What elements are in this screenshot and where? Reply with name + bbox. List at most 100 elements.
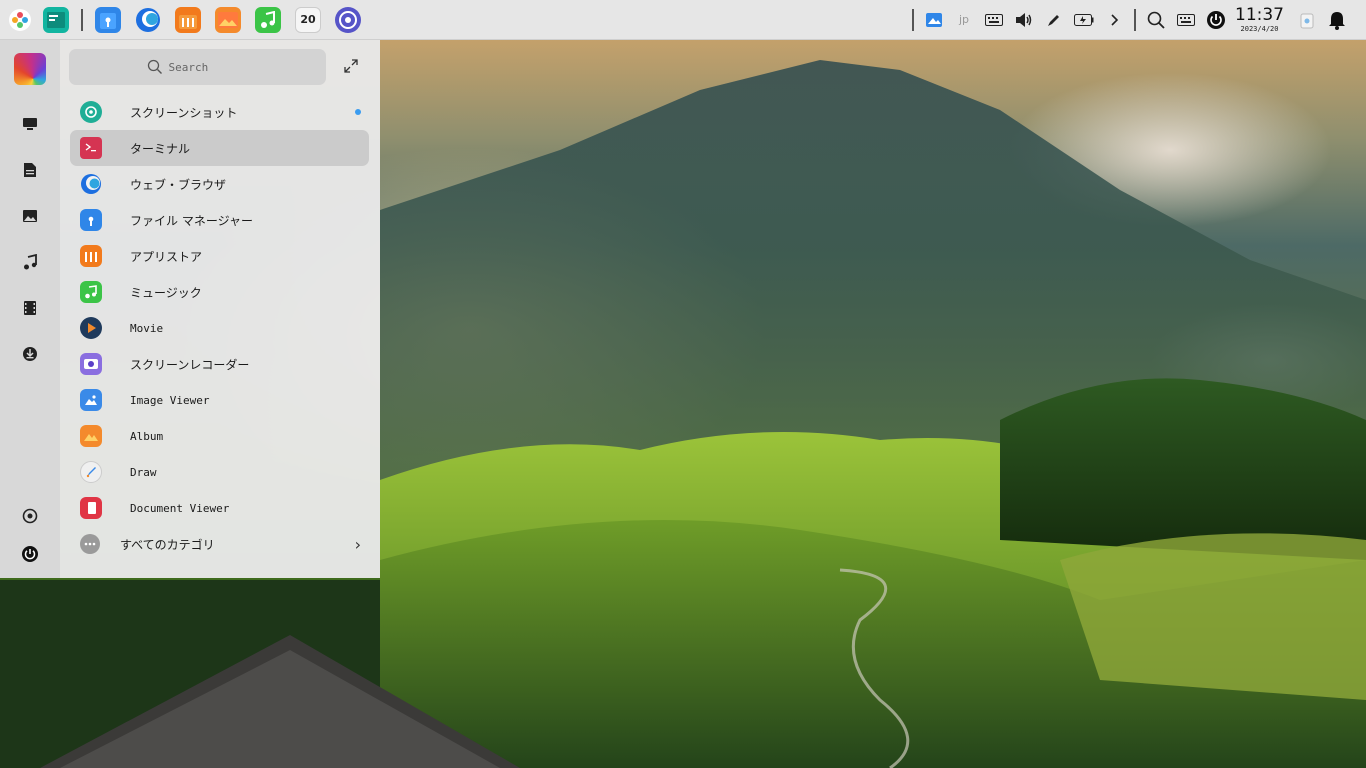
app-item-document-viewer[interactable]: Document Viewer bbox=[70, 490, 369, 526]
top-panel: 20 jp 11:37 2023/4/20 bbox=[0, 0, 1366, 40]
taskbar-app-file-manager[interactable] bbox=[95, 6, 121, 33]
tray-keyboard[interactable] bbox=[979, 5, 1009, 35]
sidebar-downloads[interactable] bbox=[18, 342, 42, 366]
app-item-file-manager[interactable]: ファイル マネージャー bbox=[70, 202, 369, 238]
launcher-button[interactable] bbox=[4, 4, 36, 36]
download-icon bbox=[23, 347, 37, 361]
sidebar-documents[interactable] bbox=[18, 158, 42, 182]
album-icon bbox=[218, 11, 238, 28]
film-icon bbox=[24, 301, 36, 315]
app-label: Image Viewer bbox=[130, 393, 210, 407]
input-method[interactable]: jp bbox=[949, 5, 979, 35]
tray-screenshot[interactable] bbox=[919, 5, 949, 35]
settings-icon bbox=[339, 10, 357, 29]
power-icon bbox=[22, 546, 38, 562]
search-box[interactable] bbox=[69, 49, 326, 85]
launcher-icon bbox=[9, 8, 31, 31]
search-input[interactable] bbox=[168, 60, 249, 74]
app-label: ファイル マネージャー bbox=[130, 213, 253, 228]
board-icon bbox=[47, 11, 65, 28]
picture-icon bbox=[23, 210, 37, 222]
app-label: スクリーンショット bbox=[130, 105, 238, 120]
app-item-album[interactable]: Album bbox=[70, 418, 369, 454]
taskbar-app-browser[interactable] bbox=[135, 7, 161, 33]
categories-label: すべてのカテゴリ bbox=[120, 537, 215, 552]
music-icon bbox=[261, 10, 275, 28]
gear-icon bbox=[22, 508, 38, 524]
app-item-screenshot[interactable]: スクリーンショット bbox=[70, 94, 369, 130]
app-item-music[interactable]: ミュージック bbox=[70, 274, 369, 310]
avatar[interactable] bbox=[14, 53, 46, 85]
calendar-date: 20 bbox=[300, 13, 316, 26]
app-item-app-store[interactable]: アプリストア bbox=[70, 238, 369, 274]
system-tray: jp 11:37 2023/4/20 bbox=[907, 0, 1366, 40]
taskbar-app-album[interactable] bbox=[215, 6, 241, 33]
tray-battery[interactable] bbox=[1069, 5, 1099, 35]
sidebar-settings[interactable] bbox=[18, 504, 42, 528]
app-item-movie[interactable]: Movie bbox=[70, 310, 369, 346]
sidebar-power[interactable] bbox=[18, 542, 42, 566]
volume-icon bbox=[1016, 12, 1032, 27]
tray-onscreen-keyboard[interactable] bbox=[1171, 5, 1201, 35]
chevron-right-icon: › bbox=[354, 534, 361, 554]
search-icon bbox=[1147, 11, 1165, 29]
taskbar-app-music[interactable] bbox=[255, 6, 281, 33]
battery-icon bbox=[1074, 13, 1094, 26]
taskbar-app-store[interactable] bbox=[175, 6, 201, 33]
app-item-screen-recorder[interactable]: スクリーンレコーダー bbox=[70, 346, 369, 382]
taskbar-app-calendar[interactable]: 20 bbox=[295, 6, 321, 33]
all-categories-button[interactable]: すべてのカテゴリ › bbox=[70, 526, 369, 562]
new-app-indicator bbox=[355, 109, 361, 115]
app-item-browser[interactable]: ウェブ・ブラウザ bbox=[70, 166, 369, 202]
power-icon bbox=[1207, 10, 1225, 29]
app-label: ウェブ・ブラウザ bbox=[130, 177, 227, 192]
music-note-icon bbox=[24, 254, 37, 270]
app-list: スクリーンショット ターミナル ウェブ・ブラウザ ファイル マネージャー アプリ… bbox=[70, 94, 369, 526]
app-item-draw[interactable]: Draw bbox=[70, 454, 369, 490]
sidebar-computer[interactable] bbox=[18, 112, 42, 136]
pen-icon bbox=[1048, 14, 1059, 26]
expand-icon bbox=[344, 59, 358, 73]
clock[interactable]: 11:37 2023/4/20 bbox=[1235, 4, 1284, 33]
tray-divider bbox=[912, 8, 914, 31]
document-viewer-icon bbox=[80, 497, 102, 519]
recorder-icon bbox=[80, 353, 102, 375]
app-item-terminal[interactable]: ターミナル bbox=[70, 130, 369, 166]
sidebar-videos[interactable] bbox=[18, 296, 42, 320]
sidebar-pictures[interactable] bbox=[18, 204, 42, 228]
taskbar-app-settings[interactable] bbox=[335, 6, 361, 33]
app-label: アプリストア bbox=[130, 249, 203, 264]
app-label: Document Viewer bbox=[130, 501, 230, 515]
sidebar-music[interactable] bbox=[18, 250, 42, 274]
app-item-image-viewer[interactable]: Image Viewer bbox=[70, 382, 369, 418]
browser-icon bbox=[136, 7, 160, 32]
fullscreen-button[interactable] bbox=[341, 56, 361, 76]
tray-volume[interactable] bbox=[1009, 5, 1039, 35]
store-icon bbox=[80, 245, 102, 267]
tray-notifications[interactable] bbox=[1322, 5, 1352, 35]
more-icon bbox=[80, 534, 100, 554]
clock-time: 11:37 bbox=[1235, 4, 1284, 25]
store-icon bbox=[179, 14, 197, 29]
tray-pen[interactable] bbox=[1039, 5, 1069, 35]
terminal-icon bbox=[80, 137, 102, 159]
music-icon bbox=[80, 281, 102, 303]
tray-trash[interactable] bbox=[1292, 5, 1322, 35]
folder-icon bbox=[80, 209, 102, 231]
tray-divider-2 bbox=[1134, 8, 1136, 31]
bell-icon bbox=[1329, 11, 1345, 30]
movie-icon bbox=[80, 317, 102, 339]
input-method-label: jp bbox=[958, 13, 970, 26]
tray-power[interactable] bbox=[1201, 5, 1231, 35]
launcher-panel: スクリーンショット ターミナル ウェブ・ブラウザ ファイル マネージャー bbox=[60, 40, 380, 578]
app-label: Draw bbox=[130, 465, 157, 479]
launcher-sidebar bbox=[0, 40, 60, 578]
app-label: ターミナル bbox=[130, 141, 191, 156]
document-icon bbox=[24, 163, 36, 177]
tray-search[interactable] bbox=[1141, 5, 1171, 35]
computer-icon bbox=[23, 118, 37, 130]
keyboard-icon bbox=[985, 13, 1003, 26]
tray-expand[interactable] bbox=[1099, 5, 1129, 35]
taskbar-app-board[interactable] bbox=[43, 6, 69, 33]
album-icon bbox=[80, 425, 102, 447]
